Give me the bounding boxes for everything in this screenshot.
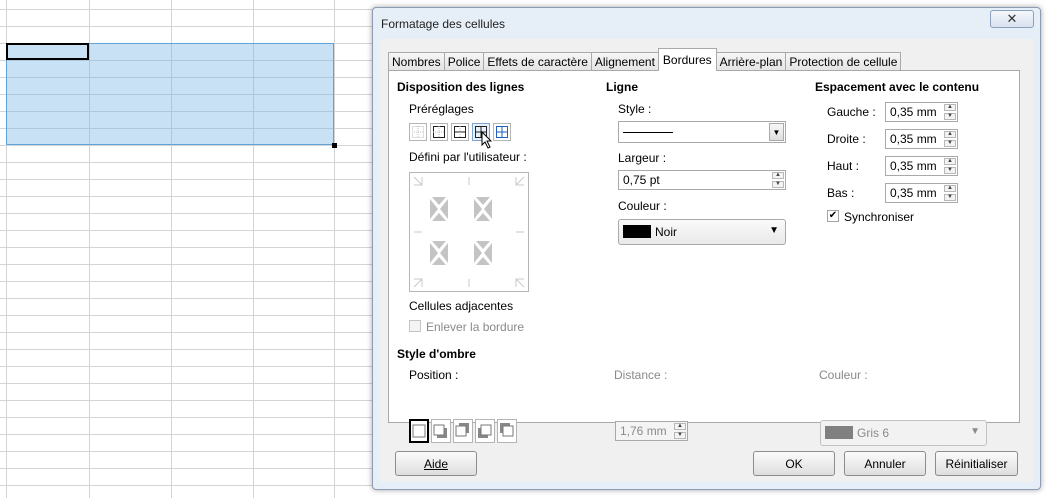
spacing-right-label: Droite : bbox=[827, 132, 866, 146]
shadow-distance-value: 1,76 mm bbox=[620, 424, 667, 438]
outer-horizontal-border-icon bbox=[454, 126, 466, 138]
line-arrangement-heading: Disposition des lignes bbox=[397, 80, 525, 94]
spacing-top-label: Haut : bbox=[827, 159, 860, 173]
shadow-bottom-right-icon bbox=[433, 424, 447, 438]
tab-bar: Nombres Police Effets de caractère Align… bbox=[388, 48, 902, 71]
spacing-top-value: 0,35 mm bbox=[890, 159, 937, 173]
shadow-color-swatch bbox=[825, 426, 853, 439]
reset-button-label: Réinitialiser bbox=[945, 456, 1008, 471]
chevron-down-icon: ▼ bbox=[970, 426, 980, 437]
cancel-button[interactable]: Annuler bbox=[844, 451, 926, 476]
tab-protection-cellule[interactable]: Protection de cellule bbox=[785, 52, 902, 71]
chevron-down-icon: ▼ bbox=[769, 225, 779, 236]
outer-border-icon bbox=[433, 126, 445, 138]
preset-no-borders[interactable] bbox=[409, 123, 427, 141]
shadow-none-button[interactable] bbox=[409, 419, 429, 443]
shadow-bottom-left-button[interactable] bbox=[475, 419, 495, 443]
dialog-title: Formatage des cellules bbox=[381, 17, 506, 31]
spacing-right-input[interactable]: 0,35 mm ▲ ▼ bbox=[885, 129, 958, 149]
synchronize-label: Synchroniser bbox=[844, 210, 915, 224]
spacing-right-spinner[interactable]: ▲ ▼ bbox=[944, 131, 956, 147]
line-heading: Ligne bbox=[606, 80, 638, 94]
preset-all-borders[interactable] bbox=[493, 123, 511, 141]
ok-button-label: OK bbox=[785, 456, 803, 471]
no-borders-icon bbox=[412, 126, 424, 138]
spacing-left-spinner[interactable]: ▲ ▼ bbox=[944, 104, 956, 120]
line-color-select[interactable]: Noir ▼ bbox=[618, 219, 786, 245]
active-cell[interactable] bbox=[6, 43, 89, 60]
line-width-input[interactable]: 0,75 pt ▲ ▼ bbox=[618, 170, 786, 190]
shadow-top-left-button[interactable] bbox=[497, 419, 517, 443]
border-grid-icon bbox=[413, 176, 525, 288]
shadow-bottom-right-button[interactable] bbox=[431, 419, 451, 443]
preset-outer-border[interactable] bbox=[430, 123, 448, 141]
tab-arriere-plan[interactable]: Arrière-plan bbox=[715, 52, 787, 71]
spacing-bottom-input[interactable]: 0,35 mm ▲ ▼ bbox=[885, 183, 958, 203]
spacing-right-value: 0,35 mm bbox=[890, 132, 937, 146]
spacing-top-spinner[interactable]: ▲ ▼ bbox=[944, 158, 956, 174]
shadow-heading: Style d'ombre bbox=[397, 347, 476, 361]
shadow-distance-label: Distance : bbox=[614, 368, 668, 382]
mouse-cursor-icon bbox=[481, 131, 493, 149]
line-style-select[interactable]: ▼ bbox=[618, 121, 786, 143]
spacing-left-input[interactable]: 0,35 mm ▲ ▼ bbox=[885, 102, 958, 122]
shadow-distance-spinner[interactable]: ▲ ▼ bbox=[674, 423, 686, 439]
line-style-preview bbox=[623, 132, 673, 133]
line-style-dropdown-button[interactable]: ▼ bbox=[769, 123, 784, 141]
tab-effets-caractere[interactable]: Effets de caractère bbox=[483, 52, 592, 71]
spacing-bottom-label: Bas : bbox=[827, 186, 855, 200]
close-icon: ✕ bbox=[1006, 11, 1018, 26]
shadow-color-label: Couleur : bbox=[819, 368, 868, 382]
close-button[interactable]: ✕ bbox=[990, 10, 1034, 28]
preset-outer-horizontal-border[interactable] bbox=[451, 123, 469, 141]
fill-handle[interactable] bbox=[332, 143, 337, 148]
line-width-label: Largeur : bbox=[618, 151, 667, 165]
line-width-value: 0,75 pt bbox=[623, 173, 660, 187]
checkmark-icon: ✔ bbox=[828, 210, 838, 221]
shadow-color-value: Gris 6 bbox=[857, 426, 890, 440]
line-style-label: Style : bbox=[618, 102, 652, 116]
shadow-top-right-button[interactable] bbox=[453, 419, 473, 443]
user-defined-label: Défini par l'utilisateur : bbox=[409, 150, 527, 164]
spacing-top-input[interactable]: 0,35 mm ▲ ▼ bbox=[885, 156, 958, 176]
spacing-left-label: Gauche : bbox=[827, 105, 876, 119]
all-borders-icon bbox=[496, 126, 508, 138]
ok-button[interactable]: OK bbox=[753, 451, 835, 476]
shadow-bottom-left-icon bbox=[478, 424, 492, 438]
shadow-none-icon bbox=[412, 424, 426, 438]
tab-nombres[interactable]: Nombres bbox=[388, 52, 445, 71]
tab-police[interactable]: Police bbox=[443, 52, 485, 71]
synchronize-checkbox[interactable]: ✔ bbox=[827, 210, 839, 222]
remove-border-checkbox[interactable] bbox=[409, 320, 421, 332]
dialog-client: Nombres Police Effets de caractère Align… bbox=[380, 39, 1033, 482]
shadow-top-right-icon bbox=[455, 423, 469, 437]
presets-label: Préréglages bbox=[409, 102, 474, 116]
spacing-bottom-value: 0,35 mm bbox=[890, 186, 937, 200]
help-button[interactable]: Aide bbox=[395, 451, 477, 476]
adjacent-cells-label: Cellules adjacentes bbox=[409, 299, 514, 313]
shadow-distance-input[interactable]: 1,76 mm ▲ ▼ bbox=[615, 421, 688, 441]
help-button-label: Aide bbox=[423, 456, 449, 471]
spacing-left-value: 0,35 mm bbox=[890, 105, 937, 119]
remove-border-label: Enlever la bordure bbox=[426, 320, 525, 334]
spacing-heading: Espacement avec le contenu bbox=[815, 80, 980, 94]
format-cells-dialog: Formatage des cellules ✕ Nombres Police … bbox=[372, 7, 1041, 490]
line-width-spinner[interactable]: ▲ ▼ bbox=[772, 172, 784, 188]
user-defined-border-area[interactable] bbox=[409, 172, 529, 292]
cancel-button-label: Annuler bbox=[864, 456, 906, 471]
shadow-top-left-icon bbox=[500, 423, 514, 437]
shadow-position-label: Position : bbox=[409, 368, 459, 382]
shadow-color-select[interactable]: Gris 6 ▼ bbox=[820, 420, 987, 446]
borders-panel: Disposition des lignes Préréglages Défin… bbox=[388, 70, 1020, 423]
line-color-value: Noir bbox=[655, 225, 678, 239]
line-color-swatch bbox=[623, 225, 651, 238]
tab-alignement[interactable]: Alignement bbox=[590, 52, 659, 71]
tab-bordures[interactable]: Bordures bbox=[657, 48, 717, 71]
chevron-down-icon: ▼ bbox=[772, 127, 781, 137]
spacing-bottom-spinner[interactable]: ▲ ▼ bbox=[944, 185, 956, 201]
reset-button[interactable]: Réinitialiser bbox=[935, 451, 1018, 476]
line-color-label: Couleur : bbox=[618, 199, 667, 213]
